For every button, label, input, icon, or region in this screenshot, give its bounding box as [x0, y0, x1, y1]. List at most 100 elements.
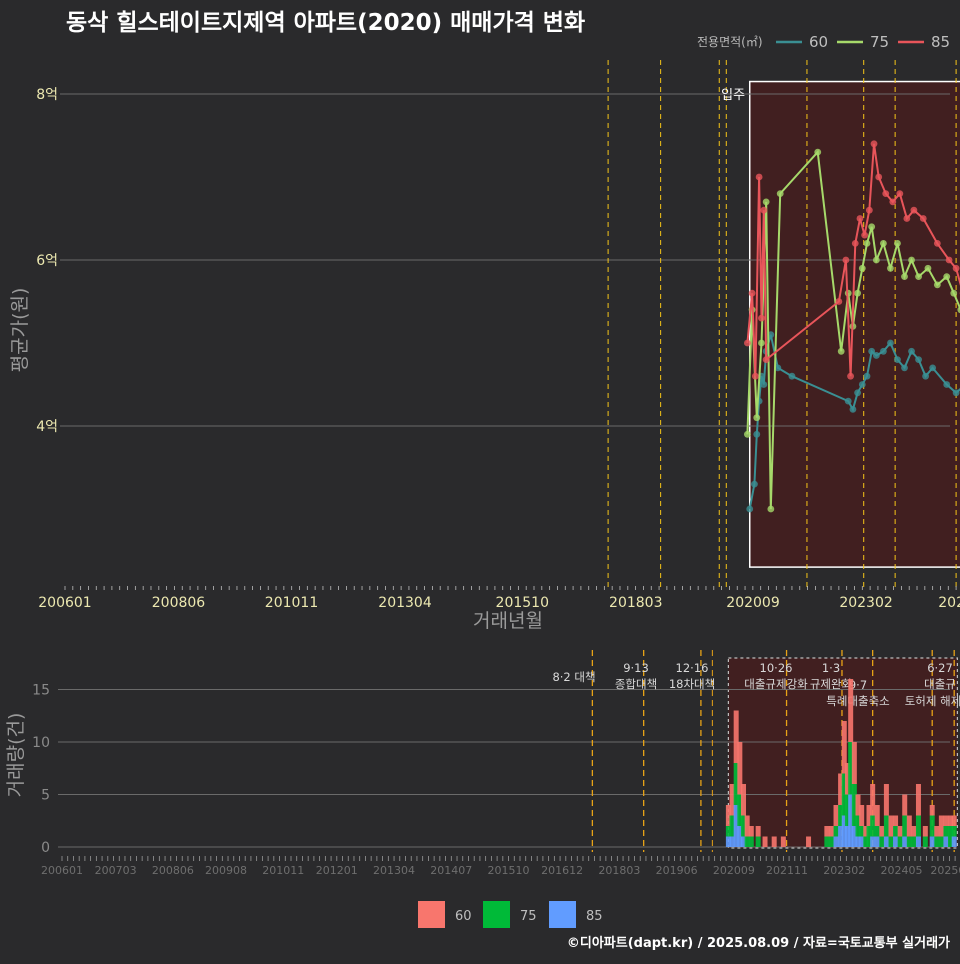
volume-bar — [859, 805, 864, 826]
series-point-85 — [882, 190, 889, 197]
volume-x-tick-label: 202405 — [881, 864, 923, 877]
series-point-75 — [901, 273, 908, 280]
series-point-75 — [777, 190, 784, 197]
volume-x-tick-label: 202302 — [823, 864, 865, 877]
volume-x-tick-label: 200806 — [152, 864, 194, 877]
bar-legend-swatch-75 — [483, 901, 510, 928]
volume-bar — [907, 837, 912, 848]
bar-legend-label-75: 75 — [520, 909, 537, 924]
volume-bar — [943, 816, 948, 827]
policy-label: 토허제 해제 — [905, 694, 960, 708]
volume-bar — [923, 837, 928, 848]
policy-label: 1·3 — [822, 661, 840, 675]
volume-bar — [893, 826, 898, 837]
x-tick-label: 201510 — [496, 595, 549, 611]
volume-bar — [756, 837, 761, 848]
series-point-60 — [953, 389, 960, 396]
volume-x-tick-label: 201803 — [598, 864, 640, 877]
volume-bar — [916, 837, 921, 848]
volume-bar — [829, 826, 834, 837]
x-tick-label: 202302 — [839, 595, 892, 611]
volume-x-tick-label: 200601 — [41, 864, 83, 877]
bar-legend-swatch-60 — [418, 901, 445, 928]
series-point-60 — [753, 431, 760, 438]
series-point-85 — [896, 190, 903, 197]
annotation-label: 입주 — [721, 88, 745, 103]
series-point-75 — [934, 282, 941, 289]
volume-y-tick-label: 5 — [41, 788, 50, 804]
policy-label: 종합대책 — [615, 677, 657, 691]
top-y-axis-title: 평균가(원) — [9, 288, 31, 373]
volume-x-tick-label: 201510 — [488, 864, 530, 877]
series-point-75 — [915, 273, 922, 280]
y-tick-label: 6억 — [36, 253, 58, 269]
volume-bar — [888, 837, 893, 848]
policy-label: 규제완화 — [810, 677, 853, 691]
series-point-75 — [894, 240, 901, 247]
volume-bar — [781, 837, 786, 848]
series-point-60 — [854, 389, 861, 396]
series-point-75 — [925, 265, 932, 272]
chart-title: 동삭 힐스테이트지제역 아파트(2020) 매매가격 변화 — [66, 10, 585, 36]
bar-legend-label-60: 60 — [455, 909, 472, 924]
volume-panel: 0510158·2 대책9·13종합대책12·1618차대책10·26대출규제강… — [32, 650, 960, 877]
series-point-60 — [894, 356, 901, 363]
volume-x-tick-label: 201304 — [373, 864, 415, 877]
policy-label: 특례대출축소 — [826, 694, 889, 708]
volume-x-tick-label: 201906 — [656, 864, 698, 877]
volume-x-tick-label: 201612 — [541, 864, 583, 877]
volume-bar — [930, 837, 935, 848]
series-point-85 — [756, 174, 763, 181]
series-point-85 — [910, 207, 917, 214]
volume-bar — [879, 826, 884, 837]
volume-x-tick-label: 200908 — [205, 864, 247, 877]
volume-bar — [829, 837, 834, 848]
series-point-85 — [847, 373, 854, 380]
series-point-75 — [859, 265, 866, 272]
volume-bar — [824, 826, 829, 837]
volume-bar — [911, 837, 916, 848]
volume-bar — [952, 816, 957, 827]
series-point-85 — [871, 140, 878, 147]
volume-y-tick-label: 0 — [41, 840, 50, 856]
series-point-60 — [864, 373, 871, 380]
volume-bar — [834, 805, 839, 826]
series-point-85 — [920, 215, 927, 222]
volume-bar — [939, 816, 944, 837]
policy-label: 대출규 — [924, 677, 956, 691]
x-tick-label: 201304 — [378, 595, 432, 611]
series-point-85 — [953, 265, 960, 272]
volume-bar — [763, 837, 768, 848]
volume-bar — [834, 837, 839, 848]
series-point-75 — [814, 149, 821, 156]
volume-bar — [888, 816, 893, 837]
volume-bar — [756, 826, 761, 837]
series-point-75 — [908, 257, 915, 264]
volume-bar — [806, 837, 811, 848]
volume-bar — [902, 816, 907, 837]
legend-label-60: 60 — [809, 33, 828, 51]
volume-bar — [934, 837, 939, 848]
series-point-75 — [758, 340, 765, 347]
series-point-85 — [749, 290, 756, 297]
volume-x-tick-label: 202506 — [930, 864, 960, 877]
series-point-85 — [763, 356, 770, 363]
series-point-85 — [760, 207, 767, 214]
volume-bar — [916, 816, 921, 837]
series-point-60 — [901, 365, 908, 372]
series-point-60 — [845, 398, 852, 405]
volume-bar — [824, 837, 829, 848]
series-point-85 — [744, 340, 751, 347]
series-point-60 — [943, 381, 950, 388]
series-point-60 — [746, 506, 753, 513]
volume-bar — [943, 837, 948, 848]
y-tick-label: 8억 — [36, 87, 58, 103]
series-point-60 — [760, 381, 767, 388]
series-point-85 — [835, 298, 842, 305]
series-point-60 — [859, 381, 866, 388]
volume-bar — [870, 784, 875, 816]
chart-canvas: 동삭 힐스테이트지제역 아파트(2020) 매매가격 변화 전용면적(㎡) 60… — [0, 0, 960, 960]
bar-legend-label-85: 85 — [586, 909, 603, 924]
volume-bar — [898, 826, 903, 837]
series-point-75 — [753, 414, 760, 421]
